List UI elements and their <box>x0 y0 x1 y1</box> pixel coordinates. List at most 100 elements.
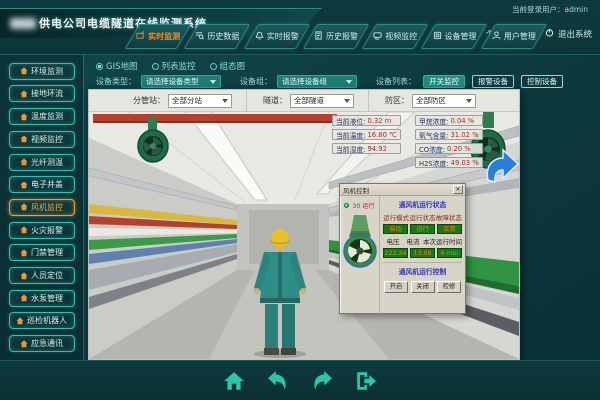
fan-maintain-button[interactable]: 检修 <box>437 281 461 293</box>
fan-model-icon <box>343 213 377 269</box>
sidebar-item-fiber-temp[interactable]: 光纤测温 <box>9 154 75 171</box>
methane-chip: 甲烷浓度:0.04 % <box>415 115 483 126</box>
sidebar-item-access-control[interactable]: 门禁管理 <box>9 244 75 261</box>
user-icon <box>492 31 501 42</box>
forward-arrow-icon[interactable] <box>311 370 333 392</box>
history-data-icon <box>195 31 204 42</box>
control-device-button[interactable]: 控制设备 <box>521 75 563 88</box>
chevron-down-icon <box>344 99 350 103</box>
fault-state-value: 正常 <box>437 224 462 234</box>
redacted-company-name <box>10 18 36 29</box>
video-icon <box>373 31 382 42</box>
station-select[interactable]: 全部分站 <box>168 94 232 108</box>
fan-status-label: 30 运行 <box>352 201 374 210</box>
temperature-chip: 当前温度:16.80 ℃ <box>332 129 401 140</box>
tunnel-3d-scene[interactable]: 当前液位:0.32 m 当前温度:16.80 ℃ 当前湿度:94.92 甲烷浓度… <box>89 112 519 359</box>
sidebar-item-emergency-comm[interactable]: 应急通讯 <box>9 335 75 352</box>
station-label: 分管站： <box>133 95 165 106</box>
sidebar-item-video-monitor[interactable]: 视频监控 <box>9 131 75 148</box>
red-cable-tray <box>93 114 337 122</box>
viewer-panel: 分管站： 全部分站 隧道： 全部隧道 防区： 全部防区 <box>88 89 520 360</box>
dialog-title: 风机控制 <box>343 185 369 195</box>
tunnel-label: 隧道： <box>263 95 287 106</box>
radio-gis-map[interactable]: GIS地图 <box>96 60 138 72</box>
runtime-value: 6 min <box>437 248 462 258</box>
app-root: 供电公司电缆隧道在线监测系统 当前登录用户：admin 个人中心 ▼ 退出系统 … <box>0 0 600 400</box>
tab-realtime-monitor[interactable]: 实时监测 <box>132 24 184 49</box>
current-user-label: 当前登录用户：admin <box>512 4 588 15</box>
alarm-bell-icon <box>255 31 264 42</box>
sidebar-item-env-monitor[interactable]: 环境监测 <box>9 63 75 80</box>
tab-user-manage[interactable]: 用户管理 <box>488 24 540 49</box>
chevron-down-icon <box>466 99 472 103</box>
status-values-row: 自动 运行 正常 <box>383 224 462 234</box>
h2s-chip: H2S浓度:49.03 % <box>415 157 483 168</box>
metric-values-row: 222.34 V 13.08 A 6 min <box>383 248 462 258</box>
fan-start-button[interactable]: 开启 <box>384 281 408 293</box>
tab-device-manage[interactable]: 设备管理 <box>428 24 480 49</box>
divider <box>246 90 247 112</box>
fan-control-header: 通风机运行控制 <box>383 266 462 276</box>
zone-label: 防区： <box>385 95 409 106</box>
chevron-down-icon <box>222 99 228 103</box>
sidebar-item-personnel-location[interactable]: 人员定位 <box>9 267 75 284</box>
power-icon <box>545 28 554 40</box>
fan-stop-button[interactable]: 关闭 <box>411 281 435 293</box>
switch-monitor-button[interactable]: 开关监控 <box>423 75 465 88</box>
header: 供电公司电缆隧道在线监测系统 当前登录用户：admin 个人中心 ▼ 退出系统 … <box>0 0 600 55</box>
fan-control-dialog: 风机控制 × 30 运行 <box>339 183 466 314</box>
sidebar-item-pump-manage[interactable]: 水泵管理 <box>9 290 75 307</box>
co-chip: CO浓度:0.20 % <box>415 143 483 154</box>
status-led <box>344 203 349 208</box>
oxygen-chip: 氧气含量:31.02 % <box>415 129 483 140</box>
dialog-titlebar[interactable]: 风机控制 × <box>340 184 465 196</box>
radio-scada-diagram[interactable]: 组态图 <box>210 60 246 72</box>
sidebar-item-temp-monitor[interactable]: 温度监测 <box>9 108 75 125</box>
humidity-chip: 当前湿度:94.92 <box>332 143 401 154</box>
home-icon[interactable] <box>223 370 245 392</box>
location-filter-bar: 分管站： 全部分站 隧道： 全部隧道 防区： 全部防区 <box>89 90 519 112</box>
sidebar-item-inspection-robot[interactable]: 巡检机器人 <box>9 312 75 329</box>
divider <box>383 262 462 263</box>
sidebar-item-fan-monitor[interactable]: 风机监控 <box>9 199 75 216</box>
alarm-device-button[interactable]: 报警设备 <box>472 75 514 88</box>
device-icon <box>433 31 442 42</box>
tunnel-select[interactable]: 全部隧道 <box>290 94 354 108</box>
back-arrow-icon[interactable] <box>267 370 289 392</box>
logout-link[interactable]: 退出系统 <box>558 28 592 40</box>
main-tabs: 实时监测 历史数据 实时报警 历史报警 视频监控 设备管理 <box>132 24 540 49</box>
run-mode-value: 自动 <box>383 224 408 234</box>
tab-video-monitor[interactable]: 视频监控 <box>369 24 421 49</box>
device-group-label: 设备组： <box>240 76 272 87</box>
sidebar-item-manhole-cover[interactable]: 电子井盖 <box>9 176 75 193</box>
tab-history-data[interactable]: 历史数据 <box>191 24 243 49</box>
main-area: GIS地图 列表监控 组态图 设备类型： 请选择设备类型 设备组： 请选择设备组… <box>84 55 600 360</box>
status-labels-row: 运行模式运行状态故障状态 <box>383 212 462 222</box>
tab-history-alarm[interactable]: 历史报警 <box>310 24 362 49</box>
voltage-value: 222.34 V <box>383 248 408 258</box>
run-state-value: 运行 <box>410 224 435 234</box>
close-icon[interactable]: × <box>453 185 463 194</box>
device-type-label: 设备类型： <box>96 76 136 87</box>
gas-readings-right: 甲烷浓度:0.04 % 氧气含量:31.02 % CO浓度:0.20 % H2S… <box>415 115 483 168</box>
sidebar-item-ground-current[interactable]: 接地环流 <box>9 85 75 102</box>
water-level-chip: 当前液位:0.32 m <box>332 115 401 126</box>
bottom-nav <box>0 360 600 400</box>
exit-icon[interactable] <box>355 370 377 392</box>
history-alarm-icon <box>314 31 323 42</box>
chevron-down-icon <box>210 80 216 84</box>
device-type-select[interactable]: 请选择设备类型 <box>141 75 221 88</box>
view-mode-radios: GIS地图 列表监控 组态图 <box>96 60 245 72</box>
sidebar: 环境监测 接地环流 温度监测 视频监控 光纤测温 电子井盖 风机监控 火灾报警 … <box>0 55 84 360</box>
tab-realtime-alarm[interactable]: 实时报警 <box>251 24 303 49</box>
chevron-down-icon <box>346 80 352 84</box>
device-group-select[interactable]: 请选择设备组 <box>277 75 357 88</box>
metric-labels-row: 电压电流本次运行时间 <box>383 236 462 246</box>
zone-select[interactable]: 全部防区 <box>412 94 476 108</box>
fan-status-graphic: 30 运行 <box>340 196 380 314</box>
sidebar-item-fire-alarm[interactable]: 火灾报警 <box>9 222 75 239</box>
device-list-label: 设备列表： <box>376 76 416 87</box>
env-readings-left: 当前液位:0.32 m 当前温度:16.80 ℃ 当前湿度:94.92 <box>332 115 401 154</box>
radio-list-monitor[interactable]: 列表监控 <box>152 60 196 72</box>
divider <box>368 90 369 112</box>
